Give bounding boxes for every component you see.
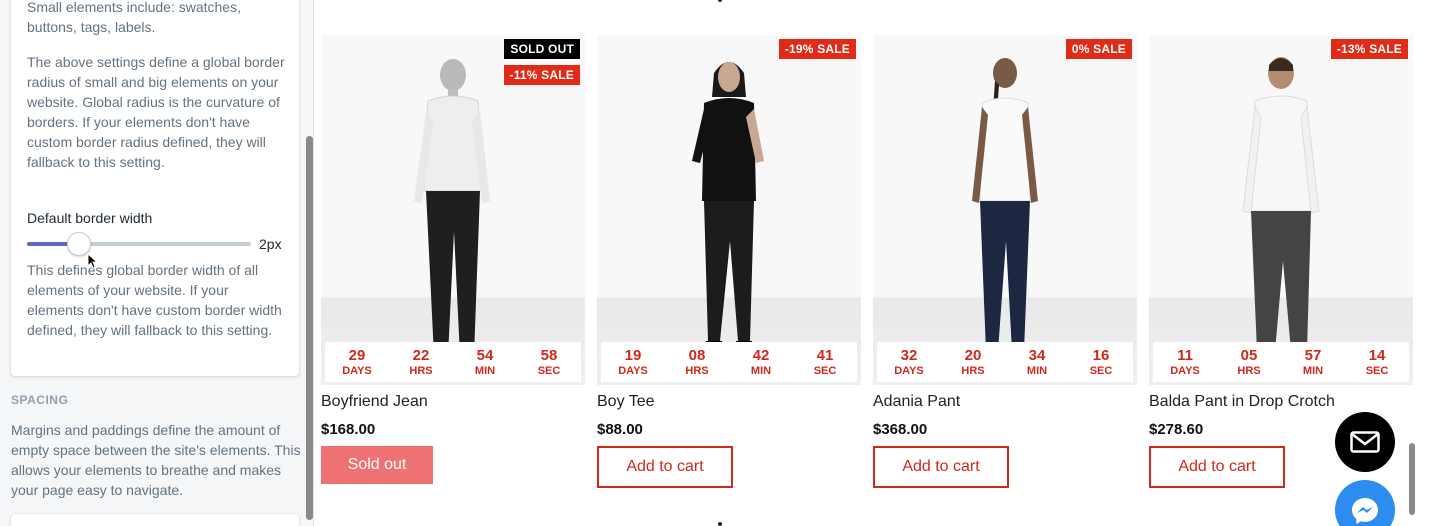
product-title[interactable]: Boy Tee [597, 393, 655, 411]
countdown-timer: 29 DAYS 22 HRS 54 MIN 58 SEC [325, 342, 581, 382]
product-card[interactable]: -19% SALE 19 DAYS 08 HRS 42 MIN 41 SEC Boy T… [597, 35, 861, 488]
countdown-minutes: 57 MIN [1302, 347, 1324, 377]
countdown-minutes: 54 MIN [474, 347, 496, 377]
product-image[interactable]: -13% SALE 11 DAYS 05 HRS 57 MIN 14 SEC [1149, 35, 1413, 385]
countdown-days: 11 DAYS [1170, 347, 1200, 377]
spacing-settings-card [11, 514, 299, 526]
countdown-hours: 08 HRS [685, 347, 709, 377]
countdown-seconds: 14 SEC [1365, 347, 1389, 377]
product-title[interactable]: Balda Pant in Drop Crotch [1149, 393, 1335, 411]
product-price: $88.00 [597, 421, 643, 438]
countdown-timer: 32 DAYS 20 HRS 34 MIN 16 SEC [877, 342, 1133, 382]
sale-badge: -11% SALE [503, 65, 580, 85]
add-to-cart-button[interactable]: Add to cart [597, 446, 733, 488]
border-width-slider[interactable] [27, 232, 251, 256]
sale-badge: -19% SALE [778, 39, 856, 59]
messenger-icon [1352, 498, 1378, 524]
page-scrollbar[interactable] [1409, 443, 1415, 515]
border-width-description: This defines global border width of all … [27, 262, 282, 338]
product-image[interactable]: SOLD OUT -11% SALE 29 DAYS 22 HRS 54 MIN 58… [321, 35, 585, 385]
product-title[interactable]: Boyfriend Jean [321, 393, 428, 411]
countdown-days: 32 DAYS [894, 347, 924, 377]
model-photo [1242, 57, 1320, 361]
product-image[interactable]: 0% SALE 32 DAYS 20 HRS 34 MIN 16 SEC [873, 35, 1137, 385]
countdown-hours: 22 HRS [409, 347, 433, 377]
radius-description: The above settings define a global borde… [27, 54, 285, 170]
spacing-description: Margins and paddings define the amount o… [11, 422, 301, 498]
mail-icon [1350, 431, 1380, 453]
sale-badge: 0% SALE [1065, 39, 1132, 59]
product-card[interactable]: 0% SALE 32 DAYS 20 HRS 34 MIN 16 SEC Adania … [873, 35, 1137, 488]
sale-badge: -13% SALE [1330, 39, 1408, 59]
settings-panel: Small elements include: swatches, button… [0, 0, 314, 526]
countdown-timer: 11 DAYS 05 HRS 57 MIN 14 SEC [1153, 342, 1409, 382]
product-image[interactable]: -19% SALE 19 DAYS 08 HRS 42 MIN 41 SEC [597, 35, 861, 385]
pointer-cursor-icon [87, 253, 97, 269]
countdown-seconds: 16 SEC [1089, 347, 1113, 377]
border-settings-card: Small elements include: swatches, button… [11, 0, 299, 376]
border-width-value: 2px [259, 236, 282, 252]
product-title[interactable]: Adania Pant [873, 393, 960, 411]
carousel-dot-top [718, 0, 722, 2]
add-to-cart-button[interactable]: Add to cart [1149, 446, 1285, 488]
product-card[interactable]: -13% SALE 11 DAYS 05 HRS 57 MIN 14 SEC Balda… [1149, 35, 1413, 488]
model-photo [972, 58, 1038, 361]
add-to-cart-button[interactable]: Add to cart [873, 446, 1009, 488]
messenger-button[interactable] [1335, 480, 1395, 526]
border-width-label: Default border width [27, 210, 153, 226]
small-elements-text: Small elements include: swatches, button… [27, 0, 241, 35]
countdown-hours: 20 HRS [961, 347, 985, 377]
countdown-timer: 19 DAYS 08 HRS 42 MIN 41 SEC [601, 342, 857, 382]
sold-out-badge: SOLD OUT [504, 39, 580, 59]
spacing-section-title: SPACING [11, 393, 69, 407]
panel-scrollbar[interactable] [306, 136, 313, 520]
countdown-seconds: 58 SEC [537, 347, 561, 377]
countdown-days: 19 DAYS [618, 347, 648, 377]
email-contact-button[interactable] [1335, 412, 1395, 472]
countdown-seconds: 41 SEC [813, 347, 837, 377]
model-photo [414, 59, 490, 364]
countdown-hours: 05 HRS [1237, 347, 1261, 377]
countdown-minutes: 42 MIN [750, 347, 772, 377]
countdown-minutes: 34 MIN [1026, 347, 1048, 377]
product-price: $168.00 [321, 421, 376, 438]
sold-out-button[interactable]: Sold out [321, 446, 433, 484]
carousel-dot-bottom [718, 522, 722, 526]
countdown-days: 29 DAYS [342, 347, 372, 377]
product-card[interactable]: SOLD OUT -11% SALE 29 DAYS 22 HRS 54 MIN 58… [321, 35, 585, 484]
product-price: $368.00 [873, 421, 928, 438]
product-price: $278.60 [1149, 421, 1204, 438]
model-photo [692, 62, 764, 355]
